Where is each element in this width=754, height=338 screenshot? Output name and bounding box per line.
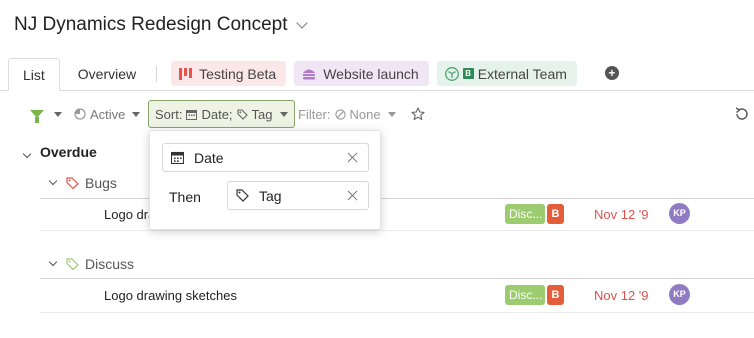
tag-icon <box>236 108 248 120</box>
task-title[interactable]: Logo drawing sketches <box>104 288 237 303</box>
active-filter-button[interactable]: Active <box>74 100 141 128</box>
refresh-button[interactable] <box>734 100 750 128</box>
tabs-divider <box>0 90 754 91</box>
kanban-icon <box>179 67 193 80</box>
refresh-icon <box>735 107 748 120</box>
tab-testing-beta[interactable]: Testing Beta <box>171 61 287 86</box>
group-bugs-label: Bugs <box>85 175 117 191</box>
row-divider <box>40 278 754 279</box>
sort-date-label: Date; <box>201 106 233 122</box>
tab-overview[interactable]: Overview <box>64 58 150 90</box>
sort-button[interactable]: Sort: Date; Tag <box>148 100 295 128</box>
chevron-down-icon[interactable] <box>295 17 308 29</box>
sort-field-primary-label: Date <box>194 149 224 166</box>
tab-separator <box>156 66 158 82</box>
filter-menu-button[interactable] <box>30 100 62 128</box>
tag-icon <box>66 258 79 270</box>
sort-popup: Date Then Tag <box>149 130 381 230</box>
avatar[interactable]: KP <box>669 203 690 224</box>
sort-field-primary[interactable]: Date <box>162 143 369 172</box>
calendar-icon <box>171 151 184 164</box>
tab-external-team-label: External Team <box>477 65 567 82</box>
tag-discuss[interactable]: Disc... <box>505 204 545 224</box>
filter-button[interactable]: Filter: None <box>298 100 396 128</box>
caret-down-icon <box>279 111 288 117</box>
caret-down-icon <box>54 111 62 117</box>
due-date[interactable]: Nov 12 '9 <box>594 288 649 303</box>
collapse-icon[interactable] <box>48 176 58 186</box>
active-filter-label: Active <box>90 106 126 122</box>
add-tab-button[interactable]: + <box>604 66 619 80</box>
tab-website-launch-label: Website launch <box>323 65 419 82</box>
toolbar: Active Sort: Date; Tag Filter: None <box>0 100 754 130</box>
sort-tag-label: Tag <box>251 106 273 122</box>
due-date[interactable]: Nov 12 '9 <box>594 207 649 222</box>
star-button[interactable] <box>411 100 425 128</box>
plant-icon <box>444 66 459 81</box>
group-discuss[interactable]: Discuss <box>48 256 135 272</box>
close-icon[interactable] <box>347 190 358 201</box>
view-tabs: List Overview Testing Beta Website launc… <box>8 58 754 91</box>
row-divider <box>40 312 754 313</box>
group-overdue-label: Overdue <box>40 144 97 160</box>
external-team-badge: B <box>462 68 474 79</box>
filter-prefix: Filter: <box>298 106 331 122</box>
burger-icon <box>303 69 316 79</box>
group-bugs[interactable]: Bugs <box>48 175 117 191</box>
row-divider <box>40 198 754 199</box>
row-divider <box>40 230 754 231</box>
star-icon <box>411 107 425 121</box>
avatar[interactable]: KP <box>669 284 690 305</box>
sort-prefix: Sort: <box>155 106 183 122</box>
tab-external-team[interactable]: B External Team <box>436 61 577 86</box>
caret-down-icon <box>132 111 141 117</box>
tab-website-launch[interactable]: Website launch <box>294 61 429 86</box>
collapse-icon[interactable] <box>22 149 32 159</box>
tag-icon <box>236 189 249 202</box>
then-label: Then <box>169 189 201 205</box>
tag-discuss[interactable]: Disc... <box>505 285 545 305</box>
filter-value: None <box>349 106 381 122</box>
pie-icon <box>74 108 86 120</box>
collapse-icon[interactable] <box>48 257 58 267</box>
group-overdue[interactable]: Overdue <box>22 144 97 160</box>
tab-list-label: List <box>23 66 45 83</box>
sort-field-secondary[interactable]: Tag <box>227 181 369 210</box>
sort-field-secondary-label: Tag <box>259 187 282 204</box>
project-title-text: NJ Dynamics Redesign Concept <box>14 14 288 35</box>
caret-down-icon <box>387 111 396 117</box>
tab-list[interactable]: List <box>8 58 60 91</box>
tag-icon <box>66 177 79 189</box>
tab-overview-label: Overview <box>77 66 137 82</box>
task-title[interactable]: Logo dra <box>104 207 155 222</box>
group-discuss-label: Discuss <box>85 256 135 272</box>
funnel-icon <box>30 110 44 123</box>
close-icon[interactable] <box>347 152 358 163</box>
tab-testing-beta-label: Testing Beta <box>199 65 277 82</box>
tag-b[interactable]: B <box>547 285 564 305</box>
calendar-icon <box>186 109 198 120</box>
no-filter-icon <box>334 108 346 120</box>
project-title[interactable]: NJ Dynamics Redesign Concept <box>14 14 308 36</box>
tag-b[interactable]: B <box>547 204 564 224</box>
